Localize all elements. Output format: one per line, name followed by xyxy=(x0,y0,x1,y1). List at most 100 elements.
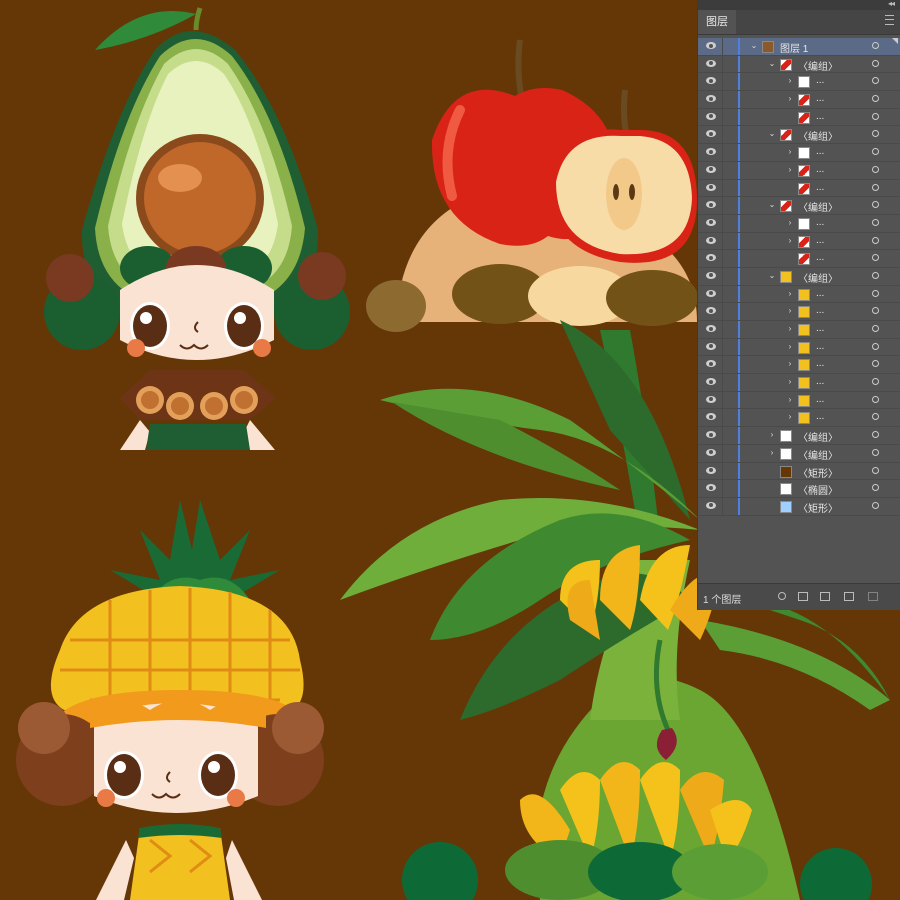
eye-icon[interactable] xyxy=(706,289,716,297)
lock-toggle[interactable] xyxy=(722,303,723,320)
lock-toggle[interactable] xyxy=(722,409,723,427)
lock-toggle[interactable] xyxy=(722,480,723,497)
target-icon[interactable] xyxy=(872,360,879,368)
target-icon[interactable] xyxy=(872,95,879,103)
layer-row[interactable]: ⌄ 〈编组〉 xyxy=(698,267,900,286)
eye-icon[interactable] xyxy=(706,448,716,456)
target-icon[interactable] xyxy=(872,148,879,156)
target-icon[interactable] xyxy=(872,165,879,173)
target-icon[interactable] xyxy=(872,325,879,332)
layer-row[interactable]: ›... xyxy=(698,374,900,392)
layer-row[interactable]: ›... xyxy=(698,161,900,180)
target-icon[interactable] xyxy=(872,130,879,138)
new-layer-icon[interactable] xyxy=(844,592,854,601)
target-icon[interactable] xyxy=(872,271,879,279)
layer-row[interactable]: 〈矩形〉 xyxy=(698,462,900,481)
chevron-right-icon[interactable]: › xyxy=(768,448,776,457)
lock-toggle[interactable] xyxy=(722,391,723,409)
eye-icon[interactable] xyxy=(706,201,716,209)
lock-toggle[interactable] xyxy=(722,267,723,285)
chevron-right-icon[interactable]: › xyxy=(786,412,794,421)
eye-icon[interactable] xyxy=(706,254,716,262)
lock-toggle[interactable] xyxy=(722,144,723,161)
eye-icon[interactable] xyxy=(706,271,716,279)
lock-toggle[interactable] xyxy=(722,321,723,338)
chevron-right-icon[interactable]: › xyxy=(786,147,794,156)
eye-icon[interactable] xyxy=(706,307,716,315)
eye-icon[interactable] xyxy=(706,501,716,509)
layers-panel[interactable]: ◂◂ 图层 ⌄ 图层 1 ⌄ 〈编组〉 ›... ›...... ⌄ 〈编组〉 ›... ›...… xyxy=(697,0,900,610)
eye-icon[interactable] xyxy=(706,395,716,403)
target-icon[interactable] xyxy=(872,431,879,439)
layer-row[interactable]: ›... xyxy=(698,144,900,162)
layer-row[interactable]: › 〈编组〉 xyxy=(698,444,900,463)
chevron-right-icon[interactable]: › xyxy=(786,94,794,103)
eye-icon[interactable] xyxy=(706,112,716,120)
target-icon[interactable] xyxy=(872,395,879,403)
layer-row[interactable]: ›... xyxy=(698,232,900,251)
layer-row[interactable]: ›... xyxy=(698,409,900,428)
target-icon[interactable] xyxy=(872,201,879,209)
layer-row[interactable]: ›... xyxy=(698,73,900,92)
eye-icon[interactable] xyxy=(706,360,716,368)
lock-toggle[interactable] xyxy=(722,179,723,197)
new-sublayer-icon[interactable] xyxy=(820,592,830,601)
chevron-right-icon[interactable]: › xyxy=(786,236,794,245)
eye-icon[interactable] xyxy=(706,484,716,492)
chevron-down-icon[interactable]: ⌄ xyxy=(768,129,776,138)
chevron-right-icon[interactable]: › xyxy=(786,359,794,368)
chevron-right-icon[interactable]: › xyxy=(786,306,794,315)
layer-row[interactable]: ... xyxy=(698,108,900,127)
layer-row[interactable]: ... xyxy=(698,179,900,198)
eye-icon[interactable] xyxy=(706,378,716,386)
lock-toggle[interactable] xyxy=(722,356,723,374)
lock-toggle[interactable] xyxy=(722,285,723,303)
eye-icon[interactable] xyxy=(706,413,716,421)
layer-row[interactable]: ›... xyxy=(698,321,900,339)
collapse-icon[interactable]: ◂◂ xyxy=(888,0,895,8)
layer-row[interactable]: ⌄ 〈编组〉 xyxy=(698,197,900,215)
lock-toggle[interactable] xyxy=(722,73,723,91)
chevron-down-icon[interactable]: ⌄ xyxy=(750,41,758,50)
target-icon[interactable] xyxy=(872,289,879,297)
panel-menu-icon[interactable] xyxy=(885,15,894,25)
lock-toggle[interactable] xyxy=(722,427,723,444)
layer-row[interactable]: 〈矩形〉 xyxy=(698,497,900,516)
eye-icon[interactable] xyxy=(706,59,716,67)
lock-toggle[interactable] xyxy=(722,374,723,391)
target-icon[interactable] xyxy=(872,378,879,386)
target-icon[interactable] xyxy=(872,218,879,226)
apple-scene[interactable] xyxy=(366,0,698,332)
layer-row[interactable]: ⌄ 图层 1 xyxy=(698,38,900,56)
chevron-right-icon[interactable]: › xyxy=(786,218,794,227)
eye-icon[interactable] xyxy=(706,42,716,49)
eye-icon[interactable] xyxy=(706,236,716,244)
target-icon[interactable] xyxy=(872,307,879,315)
target-icon[interactable] xyxy=(872,59,879,67)
target-icon[interactable] xyxy=(872,413,879,421)
lock-toggle[interactable] xyxy=(722,108,723,126)
chevron-right-icon[interactable]: › xyxy=(786,395,794,404)
eye-icon[interactable] xyxy=(706,325,716,332)
chevron-right-icon[interactable]: › xyxy=(786,342,794,351)
target-icon[interactable] xyxy=(872,112,879,120)
target-icon[interactable] xyxy=(872,183,879,191)
layer-row[interactable]: 〈椭圆〉 xyxy=(698,480,900,498)
target-icon[interactable] xyxy=(872,501,879,509)
target-icon[interactable] xyxy=(872,466,879,474)
target-icon[interactable] xyxy=(872,254,879,262)
layer-row[interactable]: ›... xyxy=(698,338,900,357)
eye-icon[interactable] xyxy=(706,95,716,103)
eye-icon[interactable] xyxy=(706,342,716,350)
eye-icon[interactable] xyxy=(706,77,716,85)
chevron-down-icon[interactable]: ⌄ xyxy=(768,59,776,68)
layer-row[interactable]: ›... xyxy=(698,214,900,233)
eye-icon[interactable] xyxy=(706,165,716,173)
tab-layers[interactable]: 图层 xyxy=(698,10,736,34)
chevron-down-icon[interactable]: ⌄ xyxy=(768,200,776,209)
layer-row[interactable]: ... xyxy=(698,250,900,268)
lock-toggle[interactable] xyxy=(722,232,723,250)
eye-icon[interactable] xyxy=(706,148,716,156)
target-icon[interactable] xyxy=(872,484,879,492)
lock-toggle[interactable] xyxy=(722,497,723,515)
